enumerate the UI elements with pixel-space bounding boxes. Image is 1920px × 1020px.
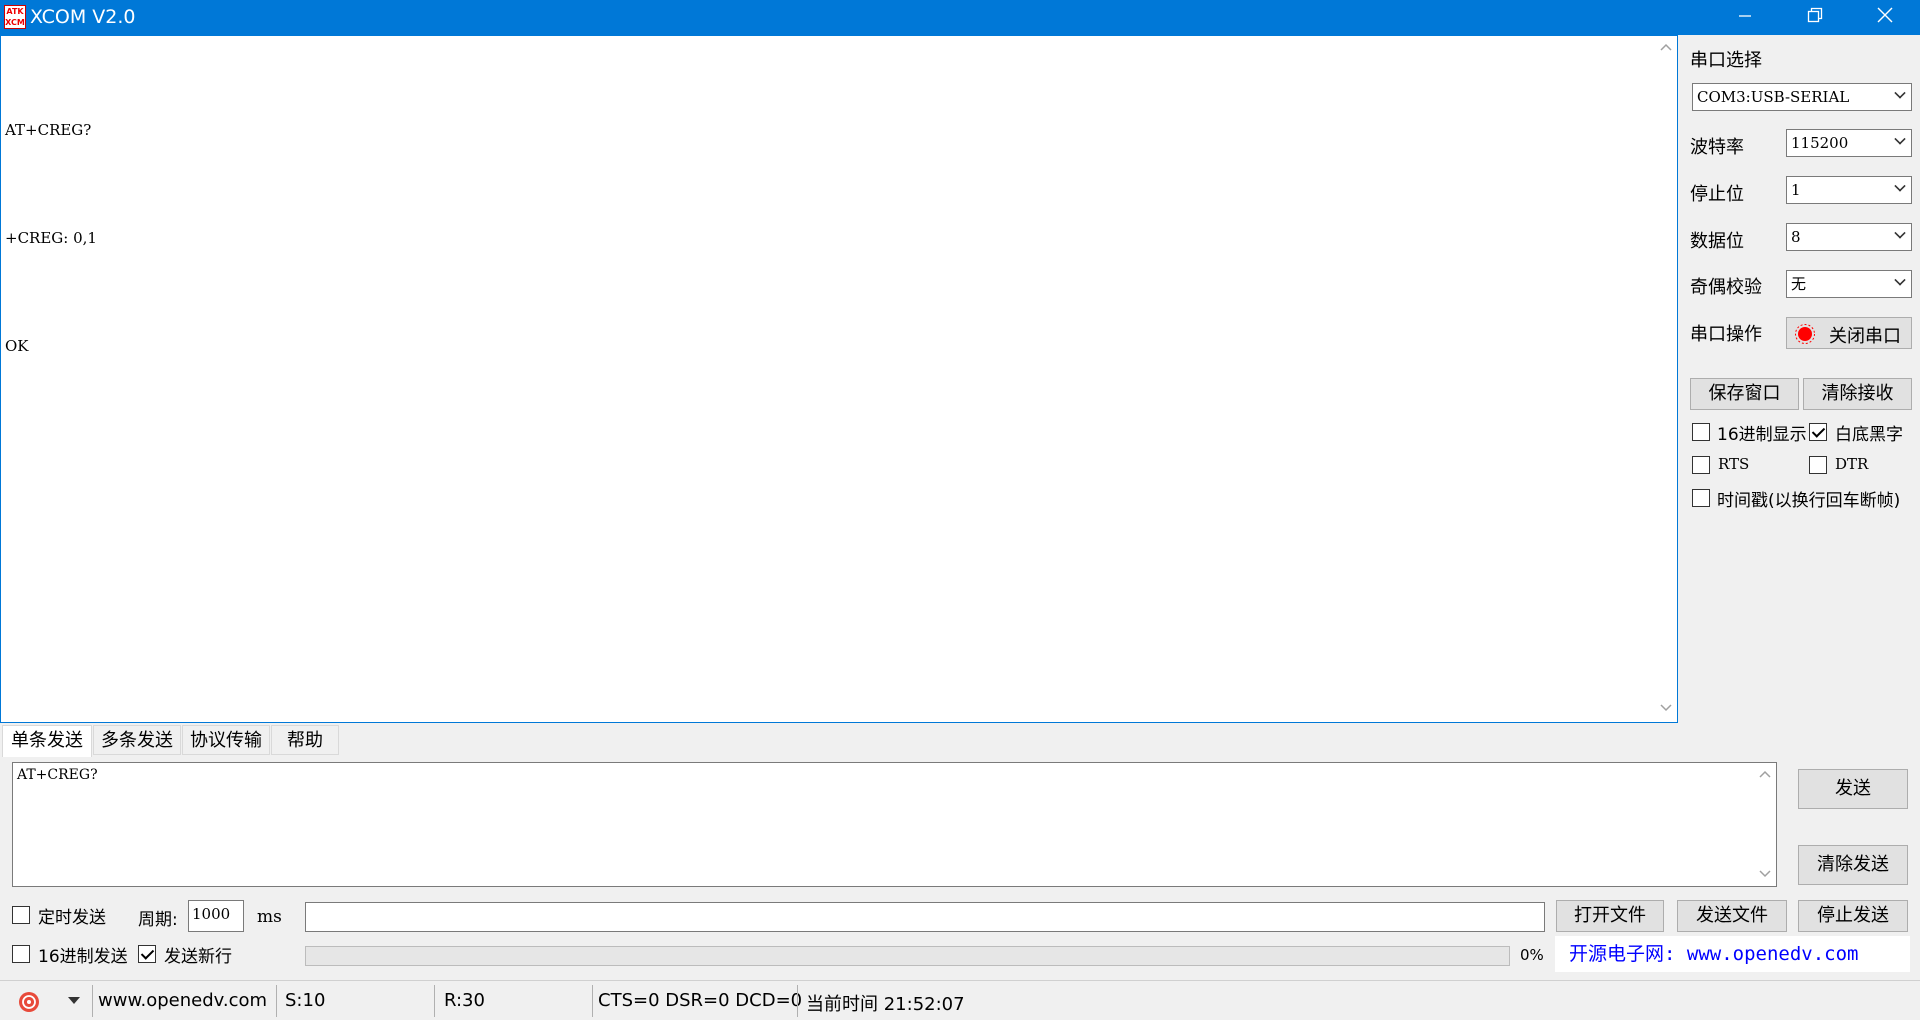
settings-icon[interactable] — [18, 991, 40, 1013]
chevron-down-icon — [1894, 227, 1906, 239]
minimize-button[interactable] — [1710, 0, 1780, 35]
dtr-checkbox[interactable] — [1809, 456, 1827, 474]
stop-bits-select[interactable]: 1 — [1786, 176, 1912, 204]
send-newline-label: 发送新行 — [164, 947, 232, 967]
restore-button[interactable] — [1780, 0, 1850, 35]
tab-single-send[interactable]: 单条发送 — [2, 725, 92, 757]
chevron-down-icon — [1894, 87, 1906, 99]
send-file-button[interactable]: 发送文件 — [1677, 900, 1787, 932]
receive-area[interactable]: AT+CREG? +CREG: 0,1 OK — [0, 35, 1678, 723]
close-port-label: 关闭串口 — [1829, 326, 1901, 347]
rts-checkbox[interactable] — [1692, 456, 1710, 474]
send-button[interactable]: 发送 — [1798, 769, 1908, 809]
port-select[interactable]: COM3:USB-SERIAL — [1692, 83, 1912, 111]
hex-display-label: 16进制显示 — [1717, 425, 1807, 445]
period-input[interactable]: 1000 — [188, 900, 244, 932]
send-scrollbar[interactable] — [1754, 763, 1776, 886]
close-port-button[interactable]: 关闭串口 — [1786, 317, 1912, 349]
app-logo-text-bottom: XCM — [5, 18, 25, 27]
chevron-down-icon — [1894, 274, 1906, 286]
clear-send-button[interactable]: 清除发送 — [1798, 845, 1908, 885]
port-status-indicator-icon — [1795, 324, 1815, 344]
stop-bits-select-value: 1 — [1791, 181, 1801, 199]
send-newline-checkbox[interactable] — [138, 945, 156, 963]
receive-text: AT+CREG? +CREG: 0,1 OK — [5, 40, 97, 436]
openedv-banner[interactable]: 开源电子网: www.openedv.com — [1555, 936, 1910, 972]
receive-line: AT+CREG? — [5, 121, 92, 139]
receive-line: +CREG: 0,1 — [5, 229, 97, 247]
app-logo-icon: ATK XCM — [4, 5, 26, 29]
status-website[interactable]: www.openedv.com — [98, 990, 267, 1011]
save-window-button[interactable]: 保存窗口 — [1690, 378, 1799, 410]
close-icon — [1877, 7, 1893, 23]
hex-send-checkbox[interactable] — [12, 945, 30, 963]
timed-send-label: 定时发送 — [38, 908, 106, 928]
receive-line: OK — [5, 337, 29, 355]
white-bg-checkbox[interactable] — [1809, 423, 1827, 441]
app-logo-text-top: ATK — [6, 7, 24, 16]
timestamp-checkbox[interactable] — [1692, 489, 1710, 507]
chevron-down-icon[interactable] — [68, 997, 80, 1005]
chevron-down-icon — [1894, 133, 1906, 145]
period-unit: ms — [257, 907, 282, 927]
hex-display-checkbox[interactable] — [1692, 423, 1710, 441]
stop-bits-label: 停止位 — [1690, 184, 1744, 205]
scroll-down-icon[interactable] — [1660, 701, 1672, 713]
chevron-down-icon — [1894, 180, 1906, 192]
minimize-icon — [1739, 15, 1751, 17]
status-signal-lines: CTS=0 DSR=0 DCD=0 — [598, 990, 803, 1011]
period-label: 周期: — [138, 910, 178, 930]
port-operation-label: 串口操作 — [1690, 324, 1762, 345]
close-button[interactable] — [1850, 0, 1920, 35]
scroll-down-icon[interactable] — [1759, 867, 1771, 879]
timestamp-label: 时间戳(以换行回车断帧) — [1717, 491, 1901, 511]
status-current-time: 当前时间 21:52:07 — [806, 994, 965, 1015]
parity-select-value: 无 — [1791, 275, 1807, 293]
window-title: XCOM V2.0 — [30, 6, 136, 28]
timed-send-checkbox[interactable] — [12, 906, 30, 924]
stop-send-button[interactable]: 停止发送 — [1798, 900, 1908, 932]
data-bits-select-value: 8 — [1791, 228, 1801, 246]
send-input[interactable]: AT+CREG? — [12, 762, 1777, 887]
dtr-label: DTR — [1835, 455, 1869, 473]
file-path-input[interactable] — [305, 902, 1545, 932]
open-file-button[interactable]: 打开文件 — [1556, 900, 1664, 932]
white-bg-label: 白底黑字 — [1835, 425, 1903, 445]
data-bits-select[interactable]: 8 — [1786, 223, 1912, 251]
send-progress-text: 0% — [1520, 946, 1544, 964]
title-bar: ATK XCM XCOM V2.0 — [0, 0, 1920, 35]
scroll-up-icon[interactable] — [1759, 769, 1771, 781]
send-progress-bar — [305, 946, 1510, 966]
tab-protocol[interactable]: 协议传输 — [182, 725, 270, 755]
status-sent-count: S:10 — [285, 990, 326, 1011]
rts-label: RTS — [1718, 455, 1750, 473]
tab-help[interactable]: 帮助 — [271, 725, 339, 755]
clear-receive-button[interactable]: 清除接收 — [1803, 378, 1912, 410]
data-bits-label: 数据位 — [1690, 231, 1744, 252]
status-received-count: R:30 — [444, 990, 485, 1011]
receive-scrollbar[interactable] — [1655, 36, 1677, 722]
port-select-label: 串口选择 — [1690, 50, 1762, 71]
tab-multi-send[interactable]: 多条发送 — [93, 725, 181, 755]
send-text: AT+CREG? — [17, 767, 98, 783]
baud-select[interactable]: 115200 — [1786, 129, 1912, 157]
port-select-value: COM3:USB-SERIAL — [1697, 88, 1850, 106]
parity-select[interactable]: 无 — [1786, 270, 1912, 298]
restore-icon — [1807, 7, 1823, 23]
scroll-up-icon[interactable] — [1660, 42, 1672, 54]
status-bar: www.openedv.com S:10 R:30 CTS=0 DSR=0 DC… — [0, 980, 1920, 1020]
hex-send-label: 16进制发送 — [38, 947, 128, 967]
baud-select-value: 115200 — [1791, 134, 1849, 152]
baud-label: 波特率 — [1690, 137, 1744, 158]
parity-label: 奇偶校验 — [1690, 277, 1762, 298]
